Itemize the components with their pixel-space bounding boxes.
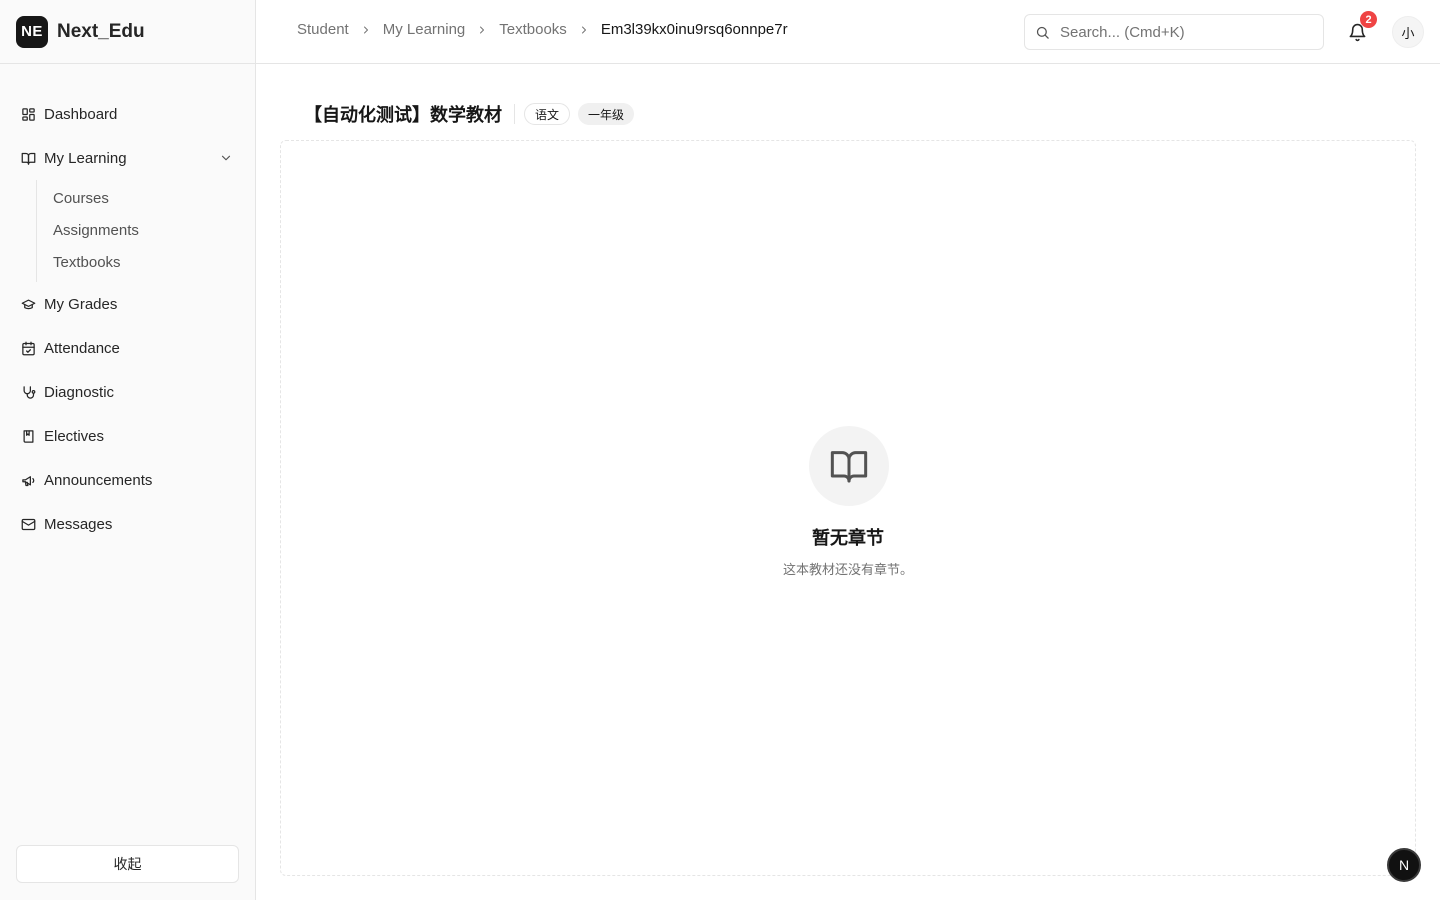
empty-state-illustration bbox=[809, 426, 889, 506]
dashboard-icon bbox=[20, 106, 36, 122]
sidebar: NE Next_Edu Dashboard My Learning Course… bbox=[0, 0, 256, 900]
chevron-right-icon bbox=[465, 24, 499, 36]
sidebar-item-label: My Learning bbox=[44, 149, 127, 167]
breadcrumb-item-current: Em3l39kx0inu9rsq6onnpe7r bbox=[600, 21, 788, 38]
book-open-icon bbox=[20, 150, 36, 166]
search-input[interactable] bbox=[1060, 23, 1300, 41]
notification-count-badge: 2 bbox=[1360, 11, 1377, 28]
sidebar-item-electives[interactable]: Electives bbox=[8, 414, 247, 458]
dev-tools-button[interactable]: N bbox=[1387, 848, 1421, 882]
sidebar-item-label: Attendance bbox=[44, 339, 120, 357]
sidebar-subitem-courses[interactable]: Courses bbox=[37, 182, 247, 214]
chevron-right-icon bbox=[567, 24, 601, 36]
sidebar-item-label: Electives bbox=[44, 427, 105, 445]
breadcrumb-item-my-learning[interactable]: My Learning bbox=[383, 21, 466, 38]
brand-logo: NE bbox=[16, 15, 48, 48]
subject-tag: 语文 bbox=[524, 103, 571, 125]
chevron-down-icon[interactable] bbox=[219, 151, 233, 165]
search-icon bbox=[1035, 25, 1050, 40]
empty-state-description: 这本教材还没有章节。 bbox=[782, 563, 913, 578]
avatar[interactable]: 小 bbox=[1392, 16, 1424, 48]
megaphone-icon bbox=[20, 472, 36, 488]
stethoscope-icon bbox=[20, 384, 36, 400]
page-title: 【自动化测试】数学教材 bbox=[304, 105, 502, 126]
sidebar-item-diagnostic[interactable]: Diagnostic bbox=[8, 370, 247, 414]
sidebar-item-label: My Grades bbox=[44, 295, 118, 313]
breadcrumb: Student My Learning Textbooks Em3l39kx0i… bbox=[297, 21, 788, 38]
sidebar-item-label: Dashboard bbox=[44, 105, 118, 123]
breadcrumb-item-textbooks[interactable]: Textbooks bbox=[499, 21, 567, 38]
sidebar-subitem-textbooks[interactable]: Textbooks bbox=[37, 246, 247, 278]
textbook-header: 【自动化测试】数学教材 语文 一年级 bbox=[304, 100, 635, 128]
sidebar-item-announcements[interactable]: Announcements bbox=[8, 458, 247, 502]
sidebar-item-messages[interactable]: Messages bbox=[8, 502, 247, 546]
breadcrumb-item-student[interactable]: Student bbox=[297, 21, 349, 38]
sidebar-subitem-assignments[interactable]: Assignments bbox=[37, 214, 247, 246]
topbar: Student My Learning Textbooks Em3l39kx0i… bbox=[256, 0, 1440, 64]
sidebar-item-label: Messages bbox=[44, 515, 113, 533]
graduation-cap-icon bbox=[20, 296, 36, 312]
sidebar-item-attendance[interactable]: Attendance bbox=[8, 326, 247, 370]
search-box[interactable] bbox=[1024, 14, 1324, 50]
sidebar-item-my-learning[interactable]: My Learning bbox=[8, 136, 247, 180]
sidebar-item-label: Diagnostic bbox=[44, 383, 115, 401]
mail-icon bbox=[20, 516, 36, 532]
grade-tag: 一年级 bbox=[578, 103, 635, 125]
brand[interactable]: NE Next_Edu bbox=[0, 0, 255, 64]
calendar-check-icon bbox=[20, 340, 36, 356]
sidebar-item-dashboard[interactable]: Dashboard bbox=[8, 92, 247, 136]
empty-state-title: 暂无章节 bbox=[812, 528, 884, 549]
my-learning-subnav: Courses Assignments Textbooks bbox=[36, 180, 247, 282]
sidebar-nav: Dashboard My Learning Courses Assignment… bbox=[0, 64, 255, 546]
sidebar-item-my-grades[interactable]: My Grades bbox=[8, 282, 247, 326]
book-marked-icon bbox=[20, 428, 36, 444]
divider bbox=[514, 104, 515, 124]
chevron-right-icon bbox=[349, 24, 383, 36]
book-open-icon bbox=[829, 446, 869, 486]
sidebar-item-label: Announcements bbox=[44, 471, 153, 489]
collapse-sidebar-button[interactable]: 收起 bbox=[16, 845, 239, 883]
brand-name: Next_Edu bbox=[57, 20, 145, 42]
chapters-panel: 暂无章节 这本教材还没有章节。 bbox=[280, 140, 1416, 876]
